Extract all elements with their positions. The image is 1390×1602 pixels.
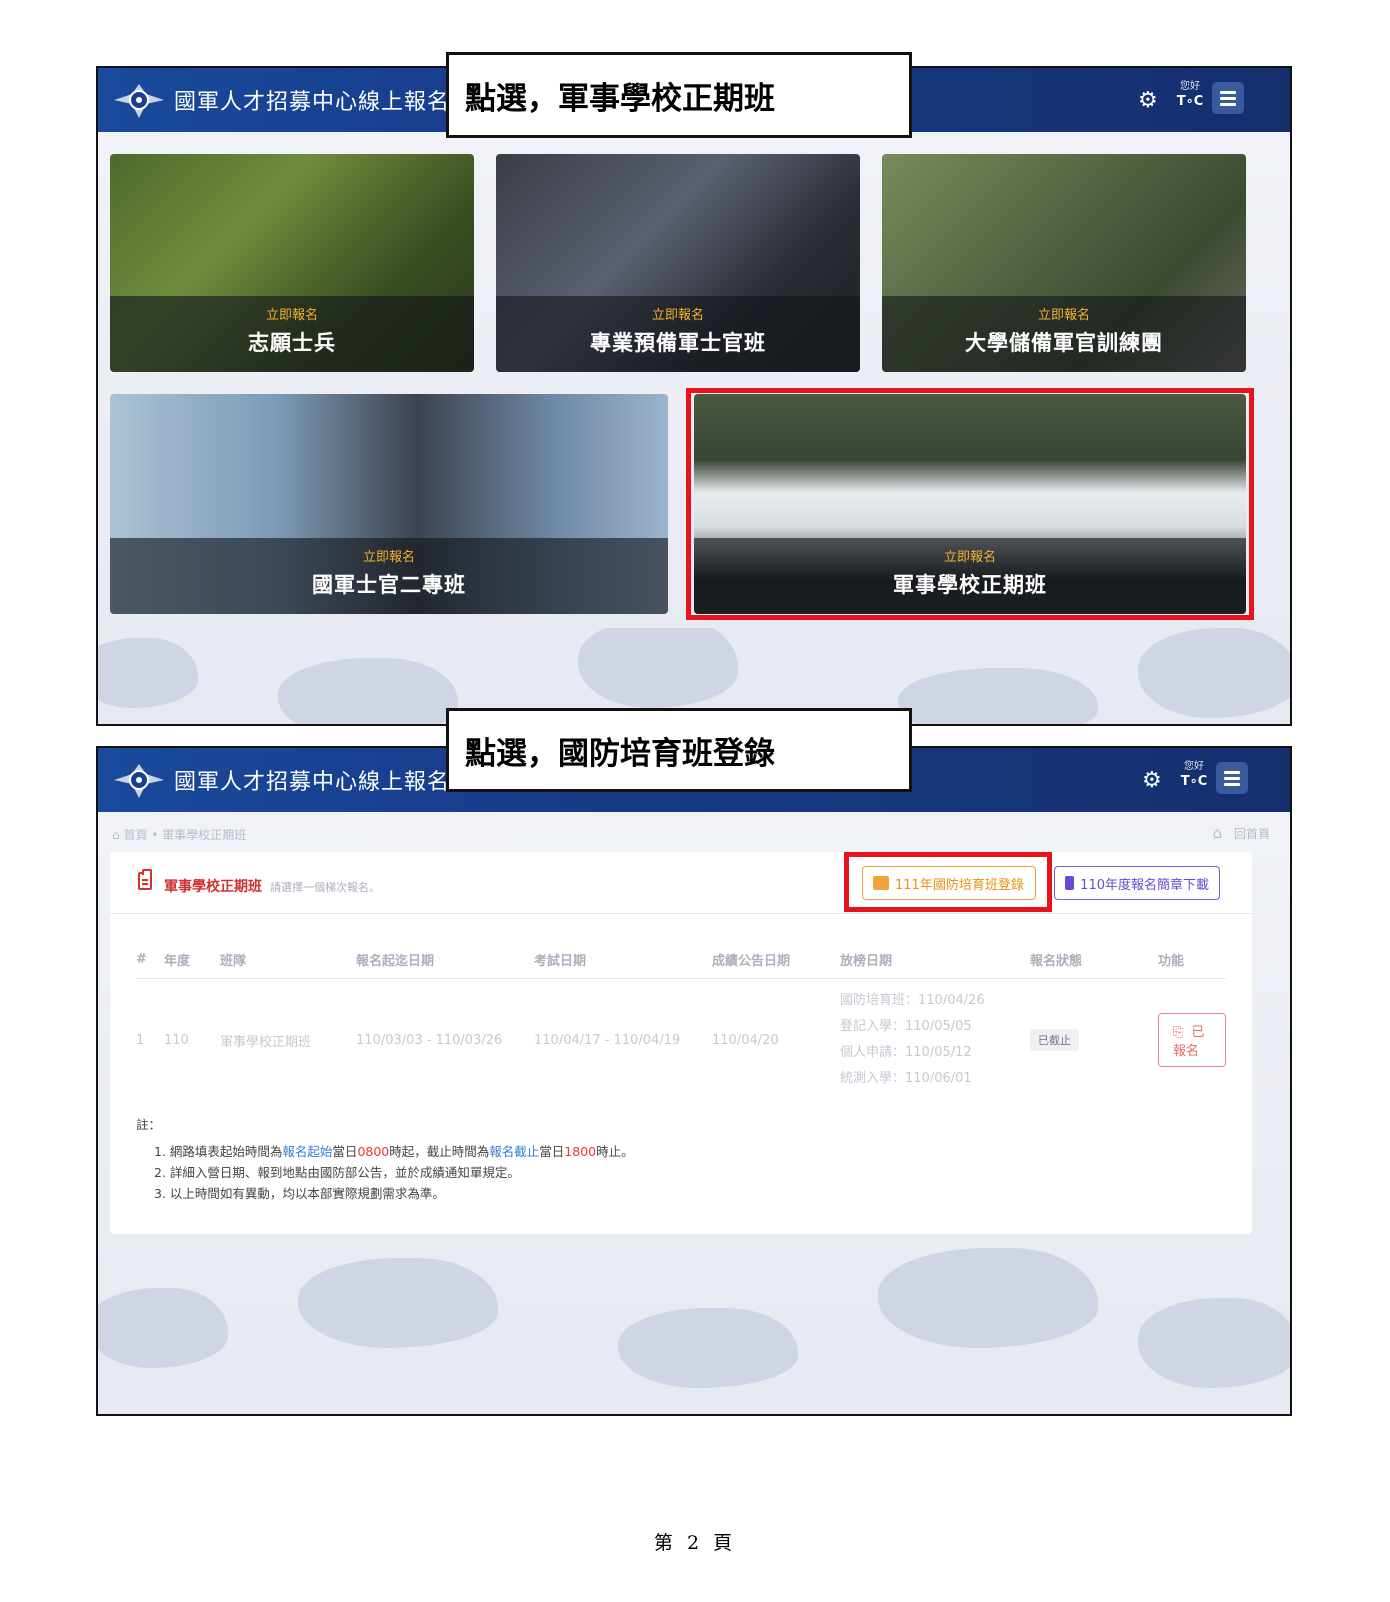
- back-home-label: 回首頁: [1233, 827, 1270, 841]
- clipboard-icon: ⎘: [1173, 1025, 1184, 1041]
- greeting-text: 您好: [1184, 761, 1204, 772]
- col-status: 報名狀態: [1030, 942, 1158, 979]
- page-number: 第 2 頁: [653, 1532, 737, 1554]
- home-icon[interactable]: ⌂: [112, 828, 120, 842]
- col-release-dates: 放榜日期: [840, 942, 1030, 979]
- card-cta: 立即報名: [1037, 308, 1090, 323]
- status-badge: 已截止: [1030, 1029, 1079, 1052]
- clipboard-icon: [138, 869, 152, 890]
- greeting-text: 您好: [1180, 81, 1200, 92]
- card-cta: 立即報名: [362, 550, 415, 565]
- highlight-box-training: [844, 852, 1052, 912]
- breadcrumb-current: 軍事學校正期班: [162, 828, 247, 842]
- release-item: 個人申請：110/05/12: [840, 1045, 972, 1061]
- notes-section: 註： 1. 網路填表起始時間為報名起始當日0800時起，截止時間為報名截止當日1…: [136, 1114, 634, 1204]
- panel-title: 軍事學校正期班: [164, 879, 262, 895]
- site-title[interactable]: 國軍人才招募中心線上報名: [174, 764, 450, 796]
- site-title[interactable]: 國軍人才招募中心線上報名: [174, 84, 450, 116]
- card-nco-associate[interactable]: 立即報名 國軍士官二專班: [110, 394, 668, 614]
- panel-subtitle: 請選擇一個梯次報名。: [270, 881, 380, 894]
- panel-header: 軍事學校正期班 請選擇一個梯次報名。 111年國防培育班登錄 110年度報名簡章…: [110, 852, 1252, 914]
- table-row: 1 110 軍事學校正期班 110/03/03 - 110/03/26 110/…: [136, 978, 1226, 1102]
- settings-gear-icon[interactable]: ⚙: [1138, 90, 1162, 112]
- back-home-link[interactable]: ⌂ 回首頁: [1213, 824, 1270, 842]
- col-signup-dates: 報名起迄日期: [356, 942, 534, 979]
- cell-status: 已截止: [1030, 978, 1158, 1102]
- hamburger-menu-icon[interactable]: [1216, 762, 1248, 794]
- card-cta: 立即報名: [651, 308, 704, 323]
- col-score-date: 成績公告日期: [712, 942, 840, 979]
- card-volunteer-soldier[interactable]: 立即報名 志願士兵: [110, 154, 474, 372]
- instruction-callout-1: 點選，軍事學校正期班: [446, 52, 912, 138]
- card-rotc[interactable]: 立即報名 大學儲備軍官訓練團: [882, 154, 1246, 372]
- user-greeting[interactable]: 您好 T∘C: [1172, 81, 1208, 109]
- table-header-row: # 年度 班隊 報名起迄日期 考試日期 成績公告日期 放榜日期 報名狀態 功能: [136, 942, 1226, 979]
- schedule-table: # 年度 班隊 報名起迄日期 考試日期 成績公告日期 放榜日期 報名狀態 功能 …: [136, 942, 1226, 1102]
- note-text: 當日: [539, 1144, 565, 1159]
- note-highlight: 報名起始: [282, 1144, 333, 1159]
- registered-button[interactable]: ⎘ 已報名: [1158, 1013, 1226, 1068]
- card-band: 立即報名 志願士兵: [110, 296, 474, 372]
- note-item: 3. 以上時間如有異動，均以本部實際規劃需求為準。: [154, 1186, 445, 1201]
- note-text: 當日: [332, 1144, 358, 1159]
- card-professional-reserve[interactable]: 立即報名 專業預備軍士官班: [496, 154, 860, 372]
- release-item: 統測入學：110/06/01: [840, 1071, 972, 1087]
- cell-release: 國防培育班：110/04/26 登記入學：110/05/05 個人申請：110/…: [840, 978, 1030, 1102]
- user-name: T∘C: [1176, 94, 1204, 109]
- brochure-download-button[interactable]: 110年度報名簡章下載: [1054, 866, 1220, 900]
- note-item: 1. 網路填表起始時間為報名起始當日0800時起，截止時間為報名截止當日1800…: [154, 1141, 634, 1162]
- note-text: 時止。: [596, 1144, 634, 1159]
- card-band: 立即報名 大學儲備軍官訓練團: [882, 296, 1246, 372]
- screenshot-academy-page: 國軍人才招募中心線上報名 ⚙ 您好 T∘C ⌂ 首頁 • 軍事學校正期班 ⌂ 回…: [96, 746, 1292, 1416]
- cell-index: 1: [136, 1032, 145, 1048]
- signup-panel: 軍事學校正期班 請選擇一個梯次報名。 111年國防培育班登錄 110年度報名簡章…: [110, 852, 1252, 1234]
- cell-exam: 110/04/17 - 110/04/19: [534, 1032, 681, 1048]
- col-index: #: [136, 942, 164, 979]
- cell-year: 110: [164, 1032, 189, 1048]
- card-name: 國軍士官二專班: [312, 573, 466, 597]
- card-band: 立即報名 專業預備軍士官班: [496, 296, 860, 372]
- breadcrumb-home[interactable]: 首頁: [123, 828, 147, 842]
- brochure-button-label: 110年度報名簡章下載: [1080, 877, 1209, 893]
- download-icon: [1065, 876, 1075, 890]
- release-item: 國防培育班：110/04/26: [840, 993, 985, 1009]
- military-emblem-icon: [114, 764, 164, 798]
- release-item: 登記入學：110/05/05: [840, 1019, 972, 1035]
- col-exam-dates: 考試日期: [534, 942, 712, 979]
- note-highlight: 報名截止: [489, 1144, 540, 1159]
- notes-title: 註：: [136, 1117, 162, 1132]
- highlight-box-academy: [686, 388, 1254, 620]
- cell-class: 軍事學校正期班: [220, 1034, 312, 1050]
- home-icon: ⌂: [1212, 824, 1223, 842]
- breadcrumb-separator: •: [151, 828, 163, 842]
- user-name: T∘C: [1180, 774, 1208, 789]
- card-name: 專業預備軍士官班: [590, 331, 766, 355]
- cell-signup: 110/03/03 - 110/03/26: [356, 1032, 503, 1048]
- camo-background: [98, 1248, 1290, 1414]
- col-year: 年度: [164, 942, 220, 979]
- card-cta: 立即報名: [265, 308, 318, 323]
- card-band: 立即報名 國軍士官二專班: [110, 538, 668, 614]
- col-class: 班隊: [220, 942, 356, 979]
- military-emblem-icon: [114, 84, 164, 118]
- card-name: 大學儲備軍官訓練團: [965, 331, 1163, 355]
- instruction-callout-2: 點選，國防培育班登錄: [446, 708, 912, 792]
- note-time: 0800: [357, 1144, 390, 1159]
- breadcrumb: ⌂ 首頁 • 軍事學校正期班: [112, 826, 246, 843]
- hamburger-menu-icon[interactable]: [1212, 82, 1244, 114]
- note-text: 時起，截止時間為: [389, 1144, 490, 1159]
- note-time: 1800: [564, 1144, 597, 1159]
- user-greeting[interactable]: 您好 T∘C: [1176, 761, 1212, 789]
- cell-action: ⎘ 已報名: [1158, 978, 1226, 1102]
- note-item: 2. 詳細入營日期、報到地點由國防部公告，並於成績通知單規定。: [154, 1165, 520, 1180]
- screenshot-home: 國軍人才招募中心線上報名 ⚙ 您好 T∘C 立即報名 志願士兵 立即報名 專業預…: [96, 66, 1292, 726]
- settings-gear-icon[interactable]: ⚙: [1142, 770, 1166, 792]
- col-action: 功能: [1158, 942, 1226, 979]
- note-text: 1. 網路填表起始時間為: [154, 1144, 283, 1159]
- card-name: 志願士兵: [248, 331, 336, 355]
- cell-score: 110/04/20: [712, 1032, 779, 1048]
